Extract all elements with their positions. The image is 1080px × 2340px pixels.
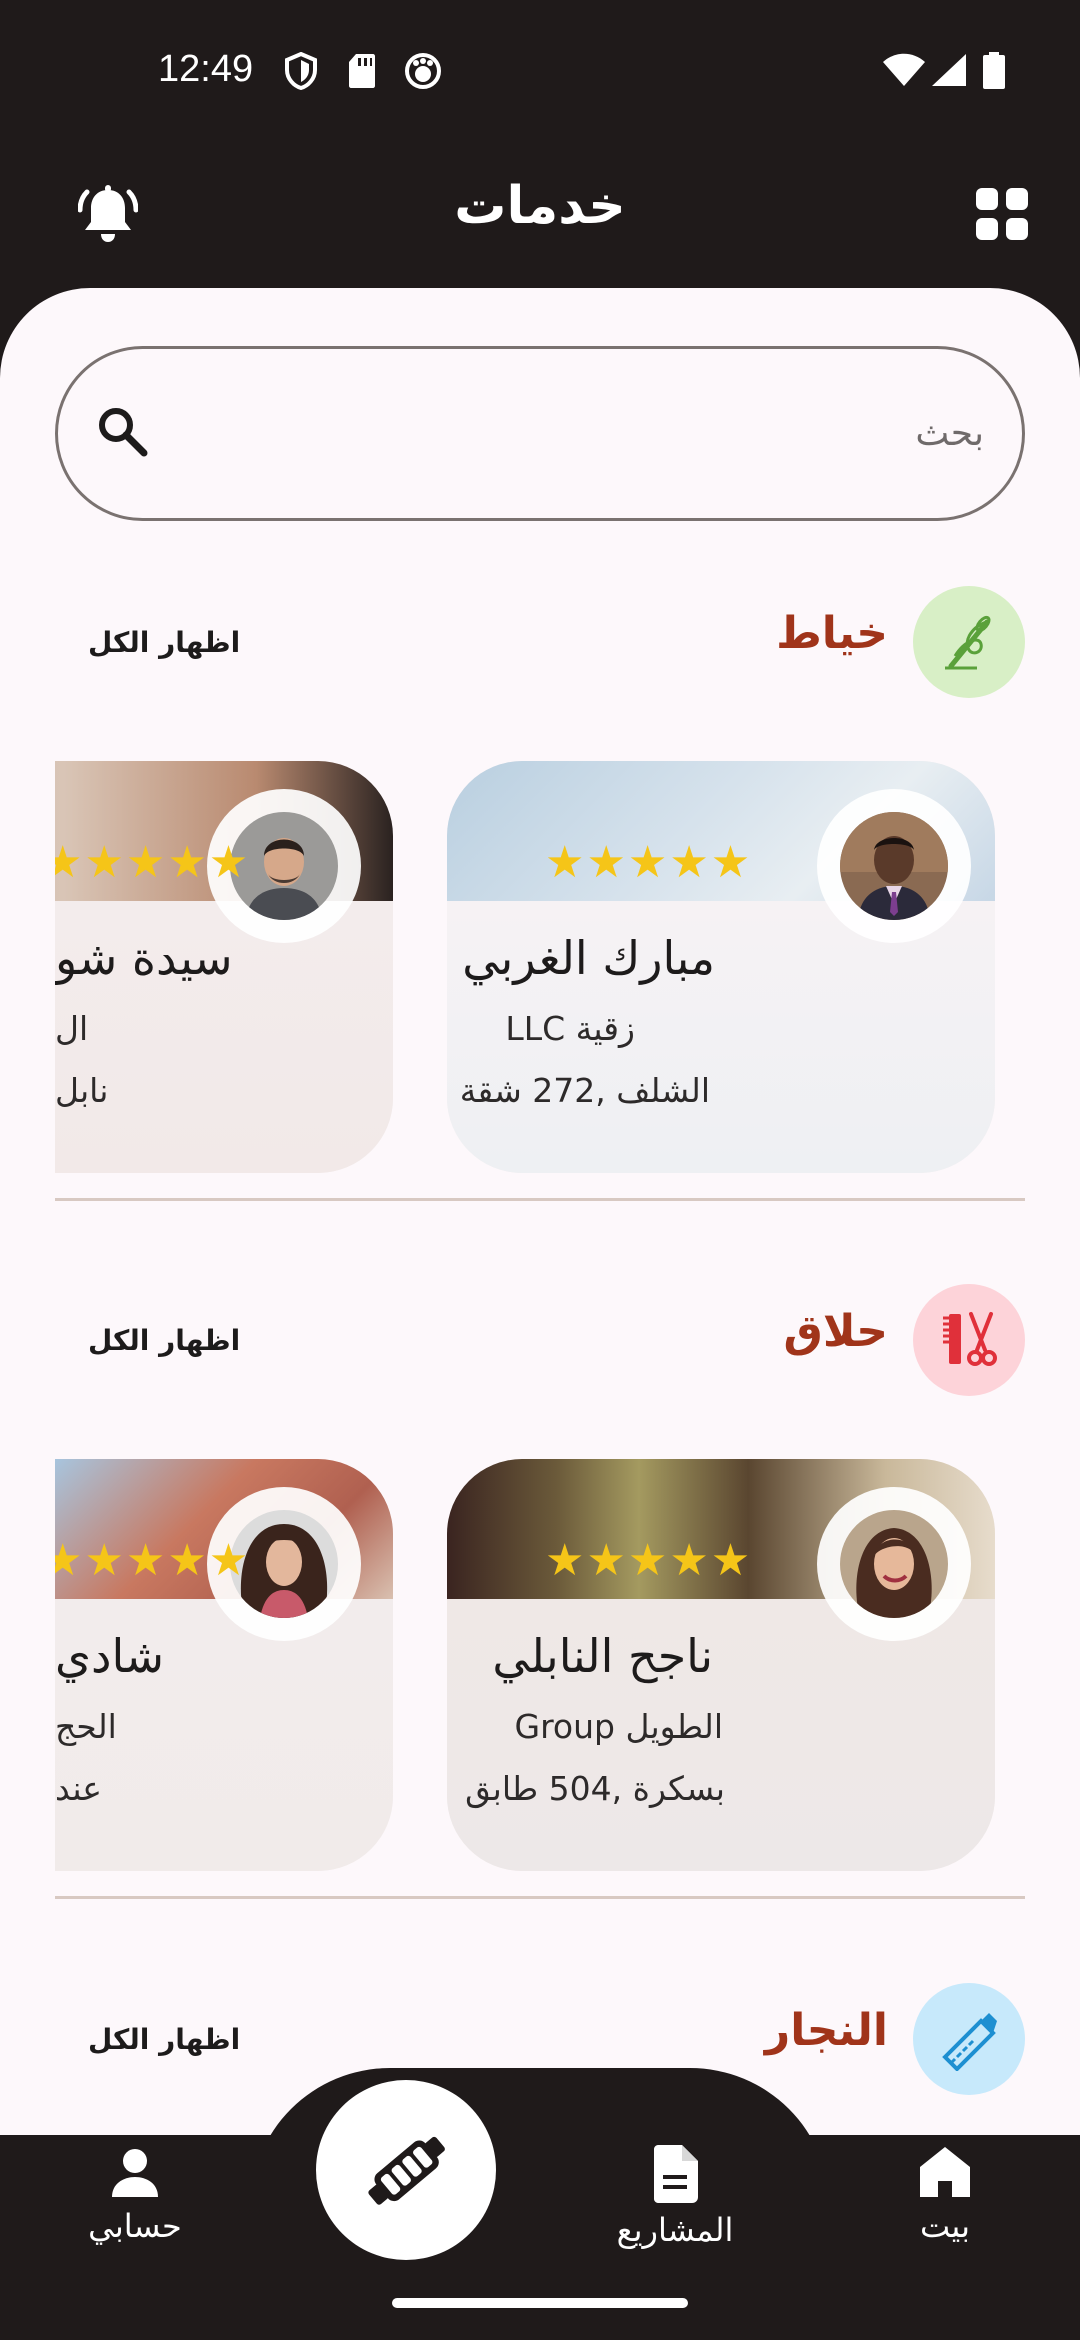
provider-address: بسكرة ,504 طابق <box>465 1769 725 1808</box>
status-bar: 12:49 <box>0 0 1080 140</box>
provider-name: مبارك الغربي <box>462 931 715 985</box>
nav-item-account[interactable]: حسابي <box>45 2145 225 2245</box>
bottom-navigation: حسابي المشاريع بيت <box>0 2135 1080 2273</box>
provider-carousel[interactable]: ★★★★★ مبارك الغربي زقية LLC الشلف ,272 ش… <box>55 761 1025 1176</box>
provider-card[interactable]: ★★★★★ مبارك الغربي زقية LLC الشلف ,272 ش… <box>447 761 995 1173</box>
category-title: النجار <box>764 2005 888 2056</box>
category-icon-tailor <box>913 586 1025 698</box>
status-time: 12:49 <box>158 48 254 90</box>
show-all-link[interactable]: اظهار الكل <box>88 2023 240 2056</box>
top-app-bar: خدمات <box>0 140 1080 290</box>
provider-name: شادي <box>55 1629 165 1683</box>
rating-stars: ★★★★★ <box>55 837 251 888</box>
category-icon-barber <box>913 1284 1025 1396</box>
comb-scissors-icon <box>943 1312 997 1366</box>
nav-item-projects[interactable]: المشاريع <box>585 2145 765 2249</box>
nav-label: حسابي <box>88 2207 182 2245</box>
provider-company: ال <box>55 1009 89 1048</box>
category-icon-carpenter <box>913 1983 1025 2095</box>
provider-name: سيدة شو <box>55 931 233 985</box>
provider-company: الحج <box>55 1707 117 1746</box>
home-icon <box>920 2147 970 2197</box>
category-title: خياط <box>776 608 888 659</box>
provider-card[interactable]: ★★★★★ شادي الحج عند <box>55 1459 393 1871</box>
app-notification-icon <box>405 53 441 89</box>
content-sheet: بحث خياط اظهار الكل ★★★★★ مبارك الغربي ز… <box>0 288 1080 2138</box>
show-all-link[interactable]: اظهار الكل <box>88 626 240 659</box>
provider-name: ناجح النابلي <box>492 1629 713 1683</box>
home-indicator[interactable] <box>392 2298 688 2308</box>
rating-stars: ★★★★★ <box>545 837 753 888</box>
grid-menu-icon[interactable] <box>976 188 1028 240</box>
section-divider <box>55 1896 1025 1899</box>
sewing-needle-icon <box>945 615 991 670</box>
search-icon <box>99 408 148 457</box>
provider-card[interactable]: ★★★★★ ناجح النابلي الطويل Group بسكرة ,5… <box>447 1459 995 1871</box>
services-fab[interactable] <box>316 2080 496 2260</box>
sd-card-icon <box>349 54 375 88</box>
provider-address: الشلف ,272 شقة <box>459 1071 710 1110</box>
wifi-icon <box>883 53 925 86</box>
provider-avatar <box>840 812 948 920</box>
nav-label: بيت <box>920 2207 970 2245</box>
avatar-ring <box>817 1487 971 1641</box>
cellular-signal-icon <box>932 54 966 86</box>
battery-icon <box>983 52 1005 89</box>
nav-item-home[interactable]: بيت <box>855 2145 1035 2245</box>
provider-company: زقية LLC <box>505 1009 635 1048</box>
provider-card[interactable]: ★★★★★ سيدة شو ال نابل <box>55 761 393 1173</box>
person-icon <box>112 2149 158 2197</box>
provider-address: عند <box>55 1769 102 1808</box>
search-field[interactable]: بحث <box>55 346 1025 521</box>
section-divider <box>55 1198 1025 1201</box>
avatar-ring <box>817 789 971 943</box>
show-all-link[interactable]: اظهار الكل <box>88 1324 240 1357</box>
provider-avatar <box>840 1510 948 1618</box>
provider-company: الطويل Group <box>514 1707 723 1746</box>
category-title: حلاق <box>783 1306 888 1357</box>
document-icon <box>654 2145 698 2203</box>
rating-stars: ★★★★★ <box>545 1535 753 1586</box>
nav-label: المشاريع <box>616 2211 734 2249</box>
search-placeholder: بحث <box>915 413 984 454</box>
handshake-icon <box>368 2136 445 2205</box>
rating-stars: ★★★★★ <box>55 1535 251 1586</box>
provider-carousel[interactable]: ★★★★★ ناجح النابلي الطويل Group بسكرة ,5… <box>55 1459 1025 1874</box>
page-title: خدمات <box>454 176 626 236</box>
shield-icon <box>285 52 317 90</box>
provider-address: نابل <box>55 1071 109 1110</box>
saw-icon <box>942 2013 997 2071</box>
